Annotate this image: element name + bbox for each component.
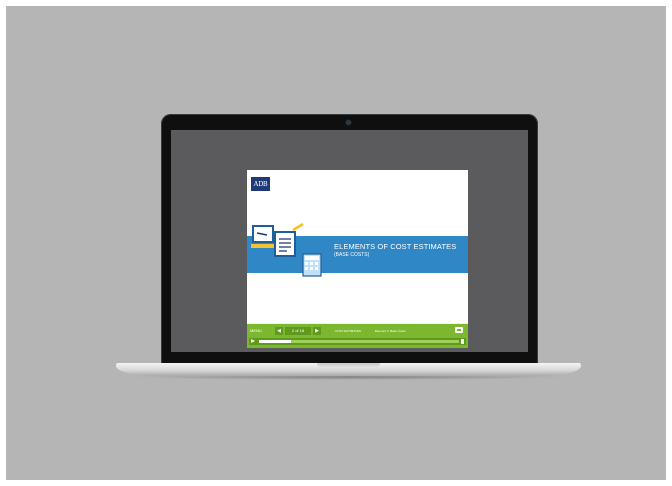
- page-counter: 2 of 18: [285, 327, 311, 335]
- captions-button[interactable]: [455, 327, 463, 333]
- menu-button[interactable]: MENU: [250, 327, 272, 335]
- cost-estimate-illustration: [251, 222, 322, 277]
- backdrop: ADB ELEMENTS OF COST ESTIMATES (BASE COS…: [6, 6, 666, 480]
- progress-track[interactable]: [259, 340, 459, 343]
- chevron-left-icon: ◀: [277, 328, 281, 334]
- progress-fill: [259, 340, 291, 343]
- document-icon: [274, 231, 296, 257]
- pencil-icon: [292, 222, 304, 232]
- play-icon[interactable]: [251, 339, 255, 343]
- section-label: Element 1: Base Costs: [375, 329, 406, 333]
- course-slide: ADB ELEMENTS OF COST ESTIMATES (BASE COS…: [247, 170, 468, 348]
- laptop-lid: ADB ELEMENTS OF COST ESTIMATES (BASE COS…: [161, 114, 538, 364]
- volume-icon[interactable]: [461, 339, 464, 344]
- laptop-notch: [317, 363, 380, 368]
- slide-subtitle: (BASE COSTS): [334, 252, 370, 258]
- adb-logo: ADB: [251, 177, 270, 191]
- prev-button[interactable]: ◀: [275, 327, 283, 335]
- progress-row: [249, 338, 466, 345]
- slide-title: ELEMENTS OF COST ESTIMATES: [334, 242, 457, 251]
- chevron-right-icon: ▶: [315, 328, 319, 334]
- laptop-screen: ADB ELEMENTS OF COST ESTIMATES (BASE COS…: [171, 130, 528, 352]
- camera-icon: [346, 120, 351, 125]
- next-button[interactable]: ▶: [313, 327, 321, 335]
- player-controls: MENU ◀ 2 of 18 ▶ COST ESTIMATES Element …: [247, 324, 468, 348]
- topic-label: COST ESTIMATES: [335, 329, 361, 333]
